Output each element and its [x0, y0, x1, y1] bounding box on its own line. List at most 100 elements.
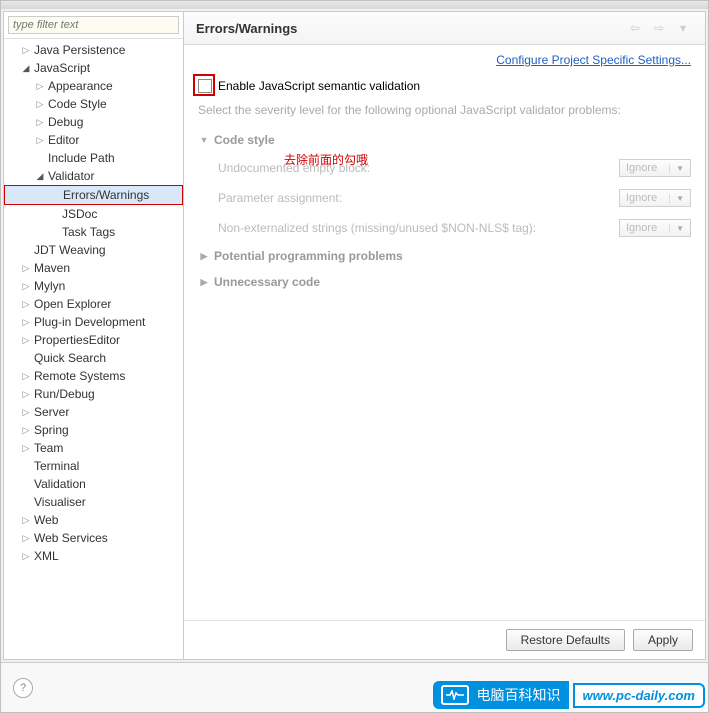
severity-dropdown[interactable]: Ignore ▼ [619, 219, 691, 237]
tree-item-errors-warnings[interactable]: Errors/Warnings [4, 185, 183, 205]
chevron-down-icon: ▼ [669, 224, 684, 233]
tree-item-editor[interactable]: ▷Editor [4, 131, 183, 149]
twisty-closed-icon[interactable]: ▷ [34, 116, 46, 128]
twisty-closed-icon[interactable]: ▷ [20, 532, 32, 544]
twisty-none [48, 226, 60, 238]
tree-item-propertieseditor[interactable]: ▷PropertiesEditor [4, 331, 183, 349]
twisty-closed-icon[interactable]: ▷ [20, 298, 32, 310]
tree-item-java-persistence[interactable]: ▷Java Persistence [4, 41, 183, 59]
setting-row: Non-externalized strings (missing/unused… [198, 213, 691, 243]
filter-input[interactable] [8, 16, 179, 34]
monitor-icon [441, 685, 469, 705]
twisty-closed-icon: ▶ [198, 277, 210, 288]
twisty-closed-icon[interactable]: ▷ [34, 98, 46, 110]
tree-item-include-path[interactable]: Include Path [4, 149, 183, 167]
tree-item-visualiser[interactable]: Visualiser [4, 493, 183, 511]
twisty-closed-icon[interactable]: ▷ [20, 406, 32, 418]
severity-dropdown[interactable]: Ignore ▼ [619, 159, 691, 177]
twisty-open-icon: ▼ [198, 135, 210, 145]
enable-validation-checkbox[interactable] [198, 79, 212, 93]
tree-item-label: Web Services [34, 530, 108, 546]
nav-forward-icon: ⇨ [649, 20, 669, 36]
tree-item-maven[interactable]: ▷Maven [4, 259, 183, 277]
tree-item-label: Debug [48, 114, 83, 130]
twisty-none [20, 352, 32, 364]
tree-item-label: Plug-in Development [34, 314, 145, 330]
twisty-closed-icon[interactable]: ▷ [20, 550, 32, 562]
section-unnecessary-code[interactable]: ▶ Unnecessary code [198, 269, 691, 295]
tree-item-web[interactable]: ▷Web [4, 511, 183, 529]
annotation-text: 去除前面的勾哦 [284, 151, 368, 168]
twisty-closed-icon[interactable]: ▷ [20, 424, 32, 436]
tree-item-jdt-weaving[interactable]: JDT Weaving [4, 241, 183, 259]
tree-item-plug-in-development[interactable]: ▷Plug-in Development [4, 313, 183, 331]
restore-defaults-button[interactable]: Restore Defaults [506, 629, 625, 651]
setting-label: Parameter assignment: [218, 191, 342, 205]
tree-item-label: Validator [48, 168, 94, 184]
twisty-closed-icon[interactable]: ▷ [34, 134, 46, 146]
twisty-closed-icon[interactable]: ▷ [20, 262, 32, 274]
watermark: 电脑百科知识 www.pc-daily.com [433, 681, 705, 709]
twisty-closed-icon[interactable]: ▷ [20, 280, 32, 292]
enable-validation-label: Enable JavaScript semantic validation [218, 79, 420, 93]
tree-item-open-explorer[interactable]: ▷Open Explorer [4, 295, 183, 313]
tree-item-label: Maven [34, 260, 70, 276]
section-potential-problems[interactable]: ▶ Potential programming problems [198, 243, 691, 269]
twisty-closed-icon[interactable]: ▷ [20, 370, 32, 382]
tree-item-label: Quick Search [34, 350, 106, 366]
twisty-closed-icon[interactable]: ▷ [20, 316, 32, 328]
tree-item-terminal[interactable]: Terminal [4, 457, 183, 475]
tree-item-label: Spring [34, 422, 69, 438]
twisty-closed-icon[interactable]: ▷ [20, 388, 32, 400]
preferences-tree[interactable]: ▷Java Persistence◢JavaScript▷Appearance▷… [4, 39, 183, 659]
tree-item-label: Open Explorer [34, 296, 111, 312]
tree-item-debug[interactable]: ▷Debug [4, 113, 183, 131]
nav-back-icon: ⇦ [625, 20, 645, 36]
apply-button[interactable]: Apply [633, 629, 693, 651]
tree-item-appearance[interactable]: ▷Appearance [4, 77, 183, 95]
tree-item-label: Errors/Warnings [63, 187, 149, 203]
twisty-closed-icon[interactable]: ▷ [34, 80, 46, 92]
tree-item-spring[interactable]: ▷Spring [4, 421, 183, 439]
tree-item-label: Server [34, 404, 69, 420]
twisty-none [48, 208, 60, 220]
tree-item-server[interactable]: ▷Server [4, 403, 183, 421]
tree-item-task-tags[interactable]: Task Tags [4, 223, 183, 241]
severity-dropdown[interactable]: Ignore ▼ [619, 189, 691, 207]
twisty-open-icon[interactable]: ◢ [20, 62, 32, 74]
twisty-closed-icon[interactable]: ▷ [20, 334, 32, 346]
nav-menu-icon: ▾ [673, 20, 693, 36]
setting-row: Undocumented empty block: Ignore ▼ [198, 153, 691, 183]
tree-item-label: Visualiser [34, 494, 86, 510]
chevron-down-icon: ▼ [669, 164, 684, 173]
tree-item-xml[interactable]: ▷XML [4, 547, 183, 565]
tree-item-quick-search[interactable]: Quick Search [4, 349, 183, 367]
tree-item-mylyn[interactable]: ▷Mylyn [4, 277, 183, 295]
tree-item-javascript[interactable]: ◢JavaScript [4, 59, 183, 77]
tree-item-team[interactable]: ▷Team [4, 439, 183, 457]
tree-item-validation[interactable]: Validation [4, 475, 183, 493]
twisty-none [20, 496, 32, 508]
twisty-none [49, 189, 61, 201]
twisty-closed-icon[interactable]: ▷ [20, 44, 32, 56]
page-title: Errors/Warnings [196, 21, 297, 36]
twisty-closed-icon: ▶ [198, 251, 210, 262]
tree-item-validator[interactable]: ◢Validator [4, 167, 183, 185]
section-code-style[interactable]: ▼ Code style [198, 127, 691, 153]
configure-project-link[interactable]: Configure Project Specific Settings... [496, 53, 691, 67]
twisty-closed-icon[interactable]: ▷ [20, 514, 32, 526]
twisty-none [20, 460, 32, 472]
tree-item-code-style[interactable]: ▷Code Style [4, 95, 183, 113]
tree-item-label: Appearance [48, 78, 113, 94]
twisty-open-icon[interactable]: ◢ [34, 170, 46, 182]
help-icon[interactable]: ? [13, 678, 33, 698]
tree-item-jsdoc[interactable]: JSDoc [4, 205, 183, 223]
tree-item-web-services[interactable]: ▷Web Services [4, 529, 183, 547]
title-bar [1, 1, 708, 9]
tree-item-run-debug[interactable]: ▷Run/Debug [4, 385, 183, 403]
tree-item-label: Editor [48, 132, 79, 148]
setting-label: Non-externalized strings (missing/unused… [218, 221, 536, 235]
twisty-closed-icon[interactable]: ▷ [20, 442, 32, 454]
tree-item-remote-systems[interactable]: ▷Remote Systems [4, 367, 183, 385]
sidebar: ▷Java Persistence◢JavaScript▷Appearance▷… [4, 12, 184, 659]
